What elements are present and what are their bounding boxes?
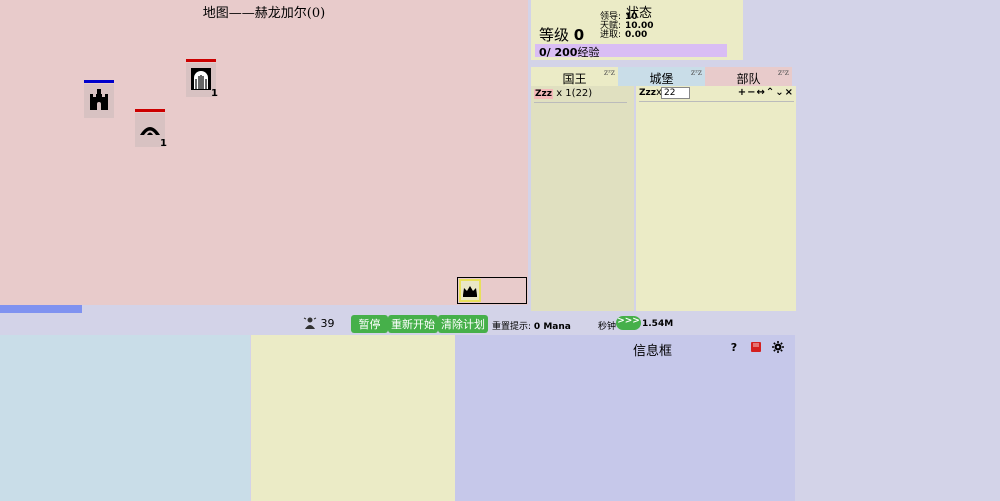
crown-icon <box>463 285 477 297</box>
speed-value: 1.54M <box>642 319 674 329</box>
reset-hint-label: 重置提示: <box>492 322 532 332</box>
population-icon <box>303 317 317 329</box>
sleep-toggle-icon[interactable]: Zzz <box>534 89 554 99</box>
sleep-icon[interactable]: zᶻz <box>778 68 789 77</box>
gear-icon[interactable] <box>771 341 785 355</box>
list-item-text: x 1(22) <box>556 88 593 99</box>
restart-button[interactable]: 重新开始 <box>388 315 438 333</box>
stat-progress: 进取: 0.00 <box>600 31 647 40</box>
experience-label: 经验 <box>577 46 600 59</box>
level-label: 等级 0 <box>539 24 584 45</box>
castle-list: Zzzx +−↔⌃⌄× <box>636 86 796 311</box>
map-progress-fill <box>0 305 82 313</box>
tab-army[interactable]: 部队 zᶻz <box>705 67 792 86</box>
reset-hint-value: 0 Mana <box>533 322 571 332</box>
sleep-toggle-icon[interactable]: Zzz <box>639 88 656 98</box>
arch-icon <box>140 127 160 135</box>
sleep-icon[interactable]: zᶻz <box>691 68 702 77</box>
tab-king[interactable]: 国王 zᶻz <box>531 67 618 86</box>
gear-glyph-icon <box>772 341 784 353</box>
bottom-middle-panel <box>251 335 455 501</box>
tab-label: 国王 <box>562 72 587 86</box>
experience-value: 0/ 200 <box>539 46 578 59</box>
king-slot[interactable] <box>459 279 481 302</box>
level-value: 0 <box>573 26 585 44</box>
info-panel: 信息框 ? <box>455 335 795 501</box>
fast-forward-button[interactable]: >>> <box>616 316 641 330</box>
population-counter: 39 <box>303 317 335 330</box>
reset-hint: 重置提示: 0 Mana <box>492 319 571 332</box>
status-panel: 状态 等级 0 领导: 10 天赋: 10.00 进取: 0.00 0/ 200经验 <box>531 0 743 60</box>
experience-bar: 0/ 200经验 <box>535 44 727 60</box>
map-progress-bar <box>0 305 528 313</box>
help-icon[interactable]: ? <box>727 341 741 355</box>
stat-label: 进取: <box>600 30 622 40</box>
row-controls-icon[interactable]: +−↔⌃⌄× <box>738 87 794 98</box>
control-bar: 39 暂停 重新开始 清除计划 重置提示: 0 Mana 秒钟 >>> 1.54… <box>0 313 796 335</box>
book-icon[interactable] <box>749 341 763 355</box>
unit-count: 1 <box>160 138 167 149</box>
book-glyph-icon <box>751 342 761 352</box>
clear-plan-button[interactable]: 清除计划 <box>438 315 488 333</box>
experience-text: 0/ 200经验 <box>539 44 599 60</box>
enemy-gate-unit[interactable]: 1 <box>186 59 218 99</box>
level-text: 等级 <box>539 26 570 44</box>
player-castle-unit[interactable] <box>84 80 114 118</box>
tab-label: 城堡 <box>649 72 674 86</box>
quantity-input[interactable] <box>661 87 690 99</box>
pause-button[interactable]: 暂停 <box>351 315 388 333</box>
info-title: 信息框 <box>633 344 673 359</box>
unit-health-bar <box>84 80 114 83</box>
tab-castle[interactable]: 城堡 zᶻz <box>618 67 705 86</box>
population-value: 39 <box>320 317 335 330</box>
unit-count: 1 <box>211 88 218 99</box>
clock-label: 秒钟 <box>598 322 617 332</box>
list-item[interactable]: Zzz x 1(22) <box>534 88 627 103</box>
list-item[interactable]: Zzzx +−↔⌃⌄× <box>639 87 794 102</box>
map-title: 地图——赫龙加尔(0) <box>202 6 326 21</box>
gate-icon <box>191 68 211 90</box>
unit-health-bar <box>186 59 216 62</box>
king-selector[interactable] <box>457 277 527 304</box>
bottom-left-panel <box>0 335 250 501</box>
enemy-arch-unit[interactable]: 1 <box>135 109 167 149</box>
sleep-icon[interactable]: zᶻz <box>604 68 615 77</box>
game-map[interactable]: 地图——赫龙加尔(0) 1 1 <box>0 0 528 313</box>
management-tabs: 国王 zᶻz 城堡 zᶻz 部队 zᶻz Zzz x 1(22) Zzzx +−… <box>531 67 796 311</box>
king-list: Zzz x 1(22) <box>531 86 634 311</box>
unit-health-bar <box>135 109 165 112</box>
stat-value: 0.00 <box>625 30 648 40</box>
castle-icon <box>90 89 108 110</box>
tab-label: 部队 <box>736 72 761 86</box>
